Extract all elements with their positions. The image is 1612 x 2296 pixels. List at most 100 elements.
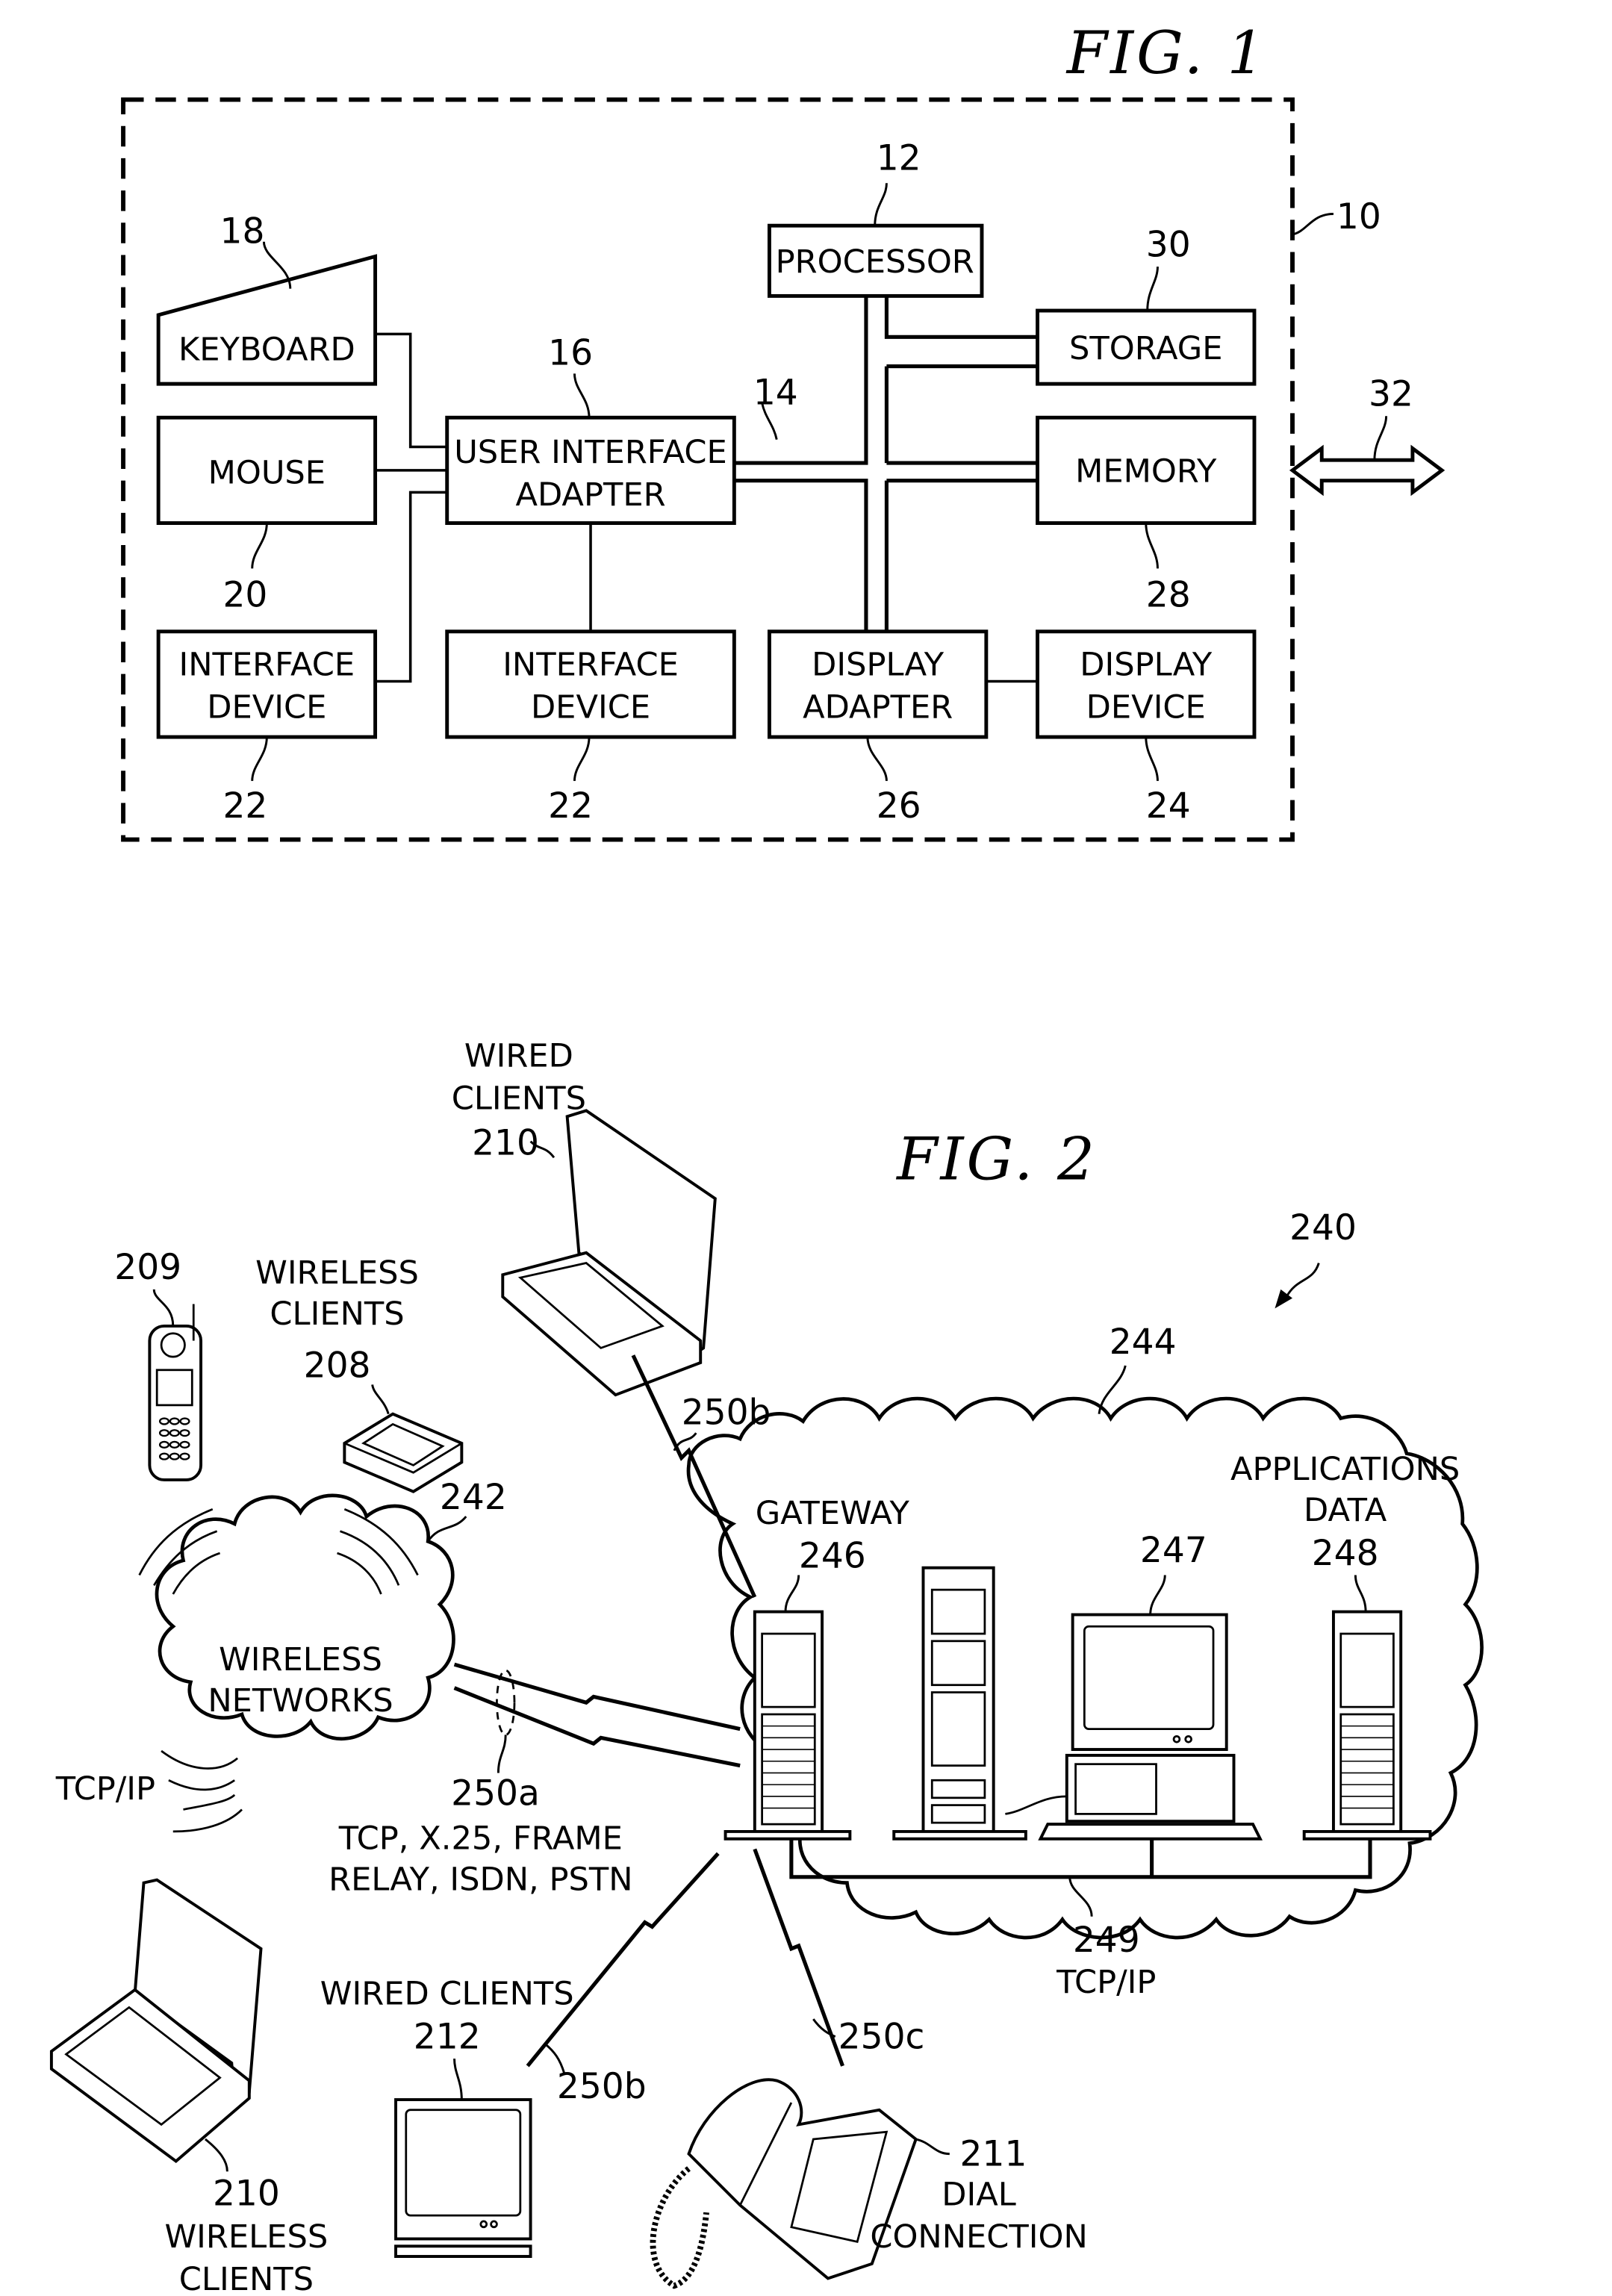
- leader-250c: [812, 2018, 836, 2038]
- interface-device-center-block: INTERFACE DEVICE: [445, 629, 736, 739]
- wired-clients-210-line1: WIRED: [464, 1038, 573, 1075]
- patent-drawing-sheet: FIG. 1 10 14 PROCESSOR 12 STORAGE 30 MEM…: [49, 19, 1484, 2296]
- wired-clients-212-label: WIRED CLIENTS: [320, 1975, 574, 2012]
- ui-adapter-line1: USER INTERFACE: [454, 434, 727, 471]
- processor-label: PROCESSOR: [776, 243, 974, 281]
- leader-16: [573, 373, 591, 418]
- wireless-clients-bottom-line1: WIRELESS: [165, 2218, 329, 2256]
- interface-device-center-line2: DEVICE: [531, 689, 650, 727]
- lan-protocol-label: TCP/IP: [1056, 1964, 1156, 2001]
- leader-250a: [497, 1735, 507, 1773]
- ref-212: 212: [414, 2016, 481, 2057]
- interface-device-left-block: INTERFACE DEVICE: [156, 629, 378, 739]
- leader-208: [371, 1384, 390, 1415]
- leader-212: [453, 2059, 463, 2100]
- storage-label: STORAGE: [1069, 330, 1222, 367]
- app-data-line1: APPLICATIONS: [1230, 1451, 1460, 1488]
- ref-16: 16: [548, 333, 593, 374]
- wireless-networks-line2: NETWORKS: [208, 1682, 393, 1720]
- keyboard-block: KEYBOARD: [156, 254, 378, 386]
- display-adapter-block: DISPLAY ADAPTER: [767, 629, 989, 739]
- system-bus-14: [732, 296, 1038, 630]
- ref-250b-bottom: 250b: [557, 2066, 647, 2107]
- link-250a: [453, 1662, 741, 1768]
- ref-10: 10: [1336, 196, 1381, 237]
- leader-10: [1292, 213, 1334, 236]
- mouse-block: MOUSE: [156, 415, 378, 526]
- user-interface-adapter-block: USER INTERFACE ADAPTER: [445, 415, 736, 526]
- ref-208: 208: [304, 1345, 371, 1387]
- ref-242: 242: [440, 1477, 507, 1518]
- monitor-wired-icon: [394, 2098, 532, 2258]
- figure-1: FIG. 1 10 14 PROCESSOR 12 STORAGE 30 MEM…: [121, 19, 1445, 842]
- gateway-label: GATEWAY: [756, 1495, 910, 1532]
- ref-211: 211: [960, 2133, 1027, 2174]
- ref-22-center: 22: [548, 785, 593, 827]
- ref-26: 26: [877, 785, 921, 827]
- fig2-title: FIG. 2: [895, 1125, 1098, 1194]
- wireless-clients-208-line2: CLIENTS: [270, 1295, 404, 1333]
- ref-210-top: 210: [472, 1122, 539, 1163]
- ref-246: 246: [799, 1536, 866, 1577]
- leader-210-bottom: [205, 2138, 228, 2172]
- interface-device-center-line1: INTERFACE: [502, 647, 679, 684]
- dial-connection-line2: CONNECTION: [870, 2218, 1087, 2256]
- ui-adapter-line2: ADAPTER: [515, 476, 665, 514]
- keyboard-label: KEYBOARD: [178, 332, 355, 369]
- dial-connection-line1: DIAL: [942, 2176, 1016, 2213]
- ref-18: 18: [220, 211, 265, 252]
- ref-250a: 250a: [451, 1773, 540, 1814]
- display-device-block: DISPLAY DEVICE: [1036, 629, 1257, 739]
- ref-250b-top: 250b: [682, 1392, 771, 1433]
- wired-clients-210-line2: CLIENTS: [452, 1080, 586, 1117]
- ref-248: 248: [1312, 1533, 1379, 1574]
- leader-211: [915, 2138, 950, 2156]
- interface-device-left-line2: DEVICE: [207, 689, 326, 727]
- leader-22-left: [251, 737, 268, 782]
- laptop-wireless-icon: [49, 1878, 263, 2163]
- cell-phone-icon: [148, 1304, 203, 1481]
- leader-32: [1373, 416, 1388, 461]
- ref-24: 24: [1146, 785, 1191, 827]
- leader-24: [1145, 737, 1159, 781]
- ref-22-left: 22: [222, 785, 267, 827]
- ref-240: 240: [1289, 1207, 1357, 1248]
- display-device-line2: DEVICE: [1086, 689, 1206, 727]
- storage-block: STORAGE: [1036, 308, 1257, 386]
- bidirectional-arrow-32: [1289, 444, 1445, 497]
- ref-14: 14: [753, 373, 798, 414]
- ref-244: 244: [1110, 1322, 1177, 1363]
- link-250a-protocols-line1: TCP, X.25, FRAME: [338, 1820, 623, 1857]
- ref-20: 20: [222, 574, 267, 615]
- leader-209: [152, 1289, 175, 1326]
- wireless-networks-line1: WIRELESS: [219, 1641, 382, 1679]
- memory-label: MEMORY: [1075, 453, 1217, 491]
- ref-247: 247: [1140, 1530, 1207, 1571]
- processor-block: PROCESSOR: [767, 223, 984, 298]
- ref-12: 12: [877, 138, 921, 179]
- display-adapter-line1: DISPLAY: [812, 647, 945, 684]
- ref-32: 32: [1369, 374, 1413, 415]
- app-data-line2: DATA: [1304, 1492, 1387, 1529]
- display-adapter-line2: ADAPTER: [803, 689, 953, 727]
- ref-210-bottom: 210: [213, 2173, 280, 2214]
- link-250a-protocols-line2: RELAY, ISDN, PSTN: [329, 1861, 632, 1898]
- ref-28: 28: [1146, 574, 1191, 615]
- leader-240: [1285, 1263, 1320, 1298]
- memory-block: MEMORY: [1036, 415, 1257, 526]
- ref-250c: 250c: [838, 2016, 925, 2057]
- display-device-line1: DISPLAY: [1080, 647, 1213, 684]
- interface-device-left-line1: INTERFACE: [179, 647, 355, 684]
- leader-26: [866, 736, 888, 782]
- ref-249: 249: [1073, 1920, 1140, 1961]
- leader-20: [251, 523, 268, 569]
- ref-209: 209: [114, 1247, 181, 1288]
- leader-28: [1145, 523, 1159, 569]
- leader-12: [874, 183, 888, 226]
- mouse-label: MOUSE: [208, 455, 326, 492]
- figure-2: FIG. 2 240 244 242 WIRELESS NETWORKS TCP…: [49, 1038, 1484, 2296]
- wireless-clients-208-line1: WIRELESS: [255, 1254, 419, 1292]
- tcpip-wireless-label: TCP/IP: [55, 1770, 155, 1808]
- wireless-clients-bottom-line2: CLIENTS: [179, 2261, 314, 2296]
- ref-30: 30: [1146, 224, 1191, 265]
